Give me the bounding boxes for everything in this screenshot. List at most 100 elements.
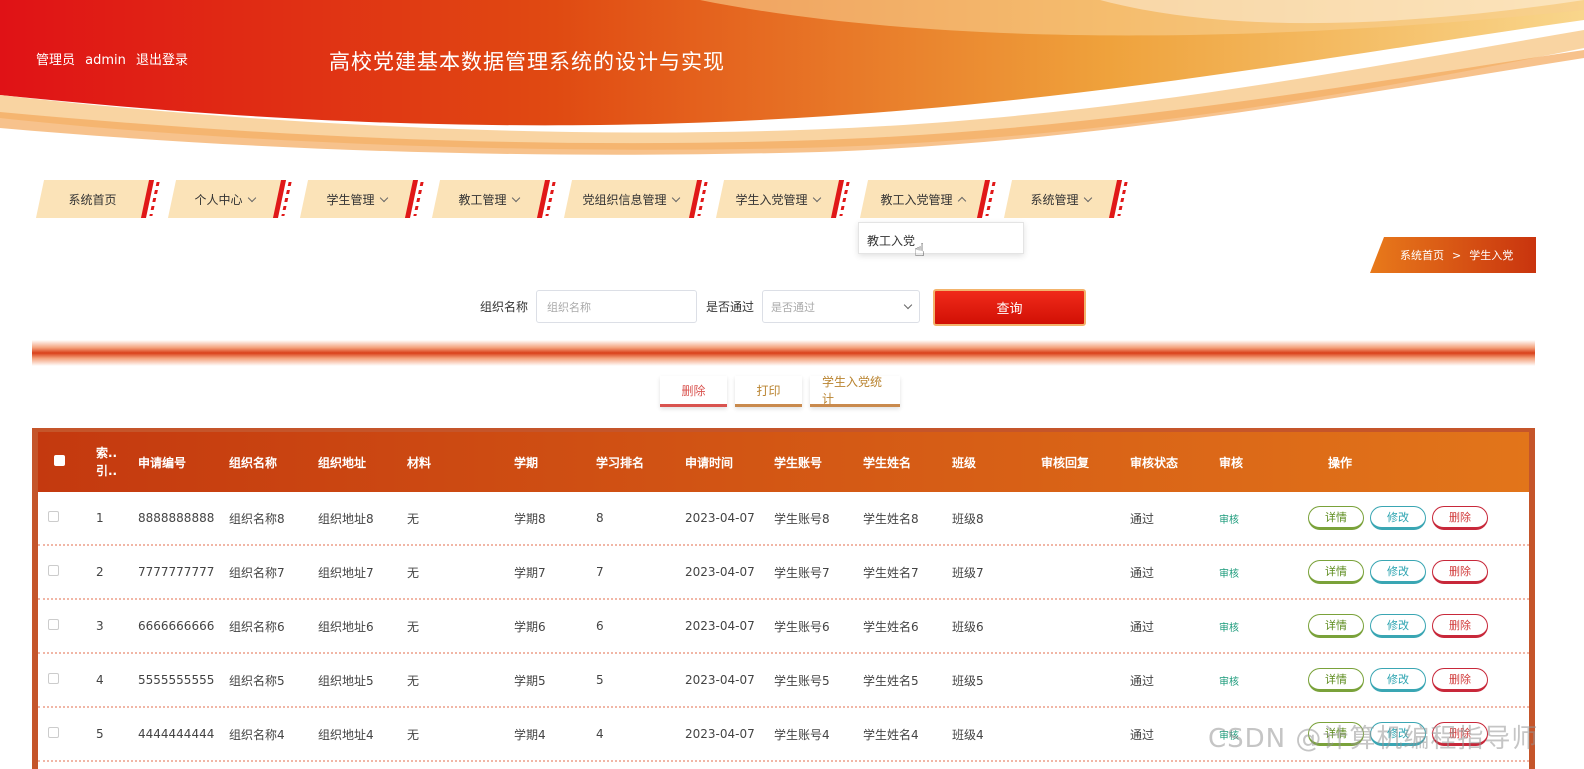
cell-account: 学生账号7	[774, 565, 830, 580]
cell-app-no: 6666666666	[138, 619, 215, 633]
page: 管理员 admin 退出登录 高校党建基本数据管理系统的设计与实现 系统首页 个…	[0, 0, 1584, 769]
row-checkbox[interactable]	[48, 511, 59, 522]
col-org-addr[interactable]: 组织地址	[308, 454, 397, 471]
cell-rank: 7	[596, 565, 604, 579]
col-date[interactable]: 申请时间	[665, 454, 754, 471]
cell-audit[interactable]: 审核	[1199, 619, 1288, 634]
cell-index: 2	[96, 565, 104, 579]
col-term[interactable]: 学期	[486, 454, 576, 471]
cell-app-no: 5555555555	[138, 673, 215, 687]
user-info: 管理员 admin 退出登录	[36, 49, 194, 68]
cell-app-no: 7777777777	[138, 565, 215, 579]
action-bar: 删除 打印 学生入党统计	[660, 375, 900, 407]
system-title: 高校党建基本数据管理系统的设计与实现	[329, 50, 725, 74]
cell-name: 学生姓名7	[863, 565, 919, 580]
col-rank[interactable]: 学习排名	[576, 454, 665, 471]
delete-button[interactable]: 删除	[1432, 668, 1488, 692]
nav-label: 系统管理	[1030, 192, 1079, 207]
nav-item-staff-party-management[interactable]: 教工入党管理	[859, 180, 991, 218]
edit-button[interactable]: 修改	[1370, 668, 1426, 692]
detail-button[interactable]: 详情	[1308, 560, 1364, 584]
col-class[interactable]: 班级	[932, 454, 1021, 471]
cell-status: 通过	[1130, 673, 1155, 688]
pass-status-placeholder: 是否通过	[771, 300, 816, 314]
row-operations: 详情 修改 删除	[1288, 614, 1488, 638]
col-operations: 操作	[1328, 455, 1353, 470]
nav-item-party-org-management[interactable]: 党组织信息管理	[563, 180, 703, 218]
col-name[interactable]: 学生姓名	[843, 454, 932, 471]
cell-term: 学期6	[514, 619, 546, 634]
cell-status: 通过	[1130, 727, 1155, 742]
logout-link[interactable]: 退出登录	[136, 53, 188, 68]
col-status[interactable]: 审核状态	[1110, 454, 1199, 471]
chevron-down-icon	[379, 193, 388, 202]
table-header: 索.. 引.. 申请编号 组织名称 组织地址 材料 学期 学习排名 申请时间 学…	[38, 432, 1529, 492]
cell-audit[interactable]: 审核	[1199, 673, 1288, 688]
row-checkbox[interactable]	[48, 673, 59, 684]
cell-status: 通过	[1130, 619, 1155, 634]
edit-button[interactable]: 修改	[1370, 560, 1426, 584]
breadcrumb: 系统首页 > 学生入党	[1370, 237, 1536, 273]
cell-app-no: 4444444444	[138, 727, 215, 741]
print-button[interactable]: 打印	[735, 376, 802, 407]
cell-class: 班级5	[952, 673, 984, 688]
search-bar: 组织名称 组织名称 是否通过 是否通过	[480, 290, 921, 323]
query-button[interactable]: 查询	[933, 289, 1086, 326]
col-org-name[interactable]: 组织名称	[219, 454, 308, 471]
cell-date: 2023-04-07	[685, 565, 754, 579]
cell-class: 班级4	[952, 727, 984, 742]
detail-button[interactable]: 详情	[1308, 668, 1364, 692]
nav-item-system-management[interactable]: 系统管理	[1003, 180, 1123, 218]
cell-term: 学期8	[514, 511, 546, 526]
bulk-delete-button[interactable]: 删除	[660, 376, 727, 407]
cell-term: 学期5	[514, 673, 546, 688]
cell-audit[interactable]: 审核	[1199, 565, 1288, 580]
row-checkbox[interactable]	[48, 565, 59, 576]
cell-name: 学生姓名4	[863, 727, 919, 742]
row-checkbox[interactable]	[48, 727, 59, 738]
row-checkbox[interactable]	[48, 619, 59, 630]
breadcrumb-home[interactable]: 系统首页	[1400, 247, 1444, 263]
nav-item-personal-center[interactable]: 个人中心	[167, 180, 287, 218]
row-operations: 详情 修改 删除	[1288, 668, 1488, 692]
nav-item-student-party-management[interactable]: 学生入党管理	[715, 180, 845, 218]
row-checkbox-cell	[38, 565, 88, 579]
cell-status: 通过	[1130, 511, 1155, 526]
cell-index: 3	[96, 619, 104, 633]
col-app-no[interactable]: 申请编号	[128, 454, 219, 471]
chevron-down-icon	[511, 193, 520, 202]
edit-button[interactable]: 修改	[1370, 614, 1426, 638]
cell-class: 班级8	[952, 511, 984, 526]
cell-rank: 8	[596, 511, 604, 525]
chevron-up-icon	[957, 196, 966, 205]
delete-button[interactable]: 删除	[1432, 506, 1488, 530]
delete-button[interactable]: 删除	[1432, 614, 1488, 638]
nav-item-student-management[interactable]: 学生管理	[299, 180, 419, 218]
nav-item-staff-management[interactable]: 教工管理	[431, 180, 551, 218]
delete-button[interactable]: 删除	[1432, 560, 1488, 584]
cell-audit[interactable]: 审核	[1199, 511, 1288, 526]
col-material[interactable]: 材料	[397, 454, 486, 471]
cell-material: 无	[407, 673, 420, 688]
pass-status-select[interactable]: 是否通过	[762, 290, 921, 323]
dropdown-item-staff-party[interactable]: 教工入党	[867, 232, 1015, 249]
edit-button[interactable]: 修改	[1370, 506, 1426, 530]
cell-name: 学生姓名8	[863, 511, 919, 526]
org-name-input[interactable]: 组织名称	[536, 290, 698, 323]
cell-date: 2023-04-07	[685, 511, 754, 525]
table-row: 1 8888888888 组织名称8 组织地址8 无 学期8 8 2023-04-07 学生账号…	[38, 492, 1529, 546]
col-account[interactable]: 学生账号	[754, 454, 843, 471]
cell-material: 无	[407, 619, 420, 634]
cell-app-no: 8888888888	[138, 511, 215, 525]
select-all-checkbox[interactable]	[54, 455, 65, 466]
detail-button[interactable]: 详情	[1308, 506, 1364, 530]
breadcrumb-current: 学生入党	[1469, 249, 1514, 262]
cell-org-addr: 组织地址8	[318, 511, 374, 526]
student-party-stats-button[interactable]: 学生入党统计	[810, 375, 900, 407]
chevron-down-icon	[671, 193, 680, 202]
nav-label: 教工入党管理	[880, 192, 953, 207]
row-checkbox-cell	[38, 511, 88, 525]
nav-item-home[interactable]: 系统首页	[35, 180, 155, 218]
col-reply[interactable]: 审核回复	[1021, 454, 1110, 471]
detail-button[interactable]: 详情	[1308, 614, 1364, 638]
